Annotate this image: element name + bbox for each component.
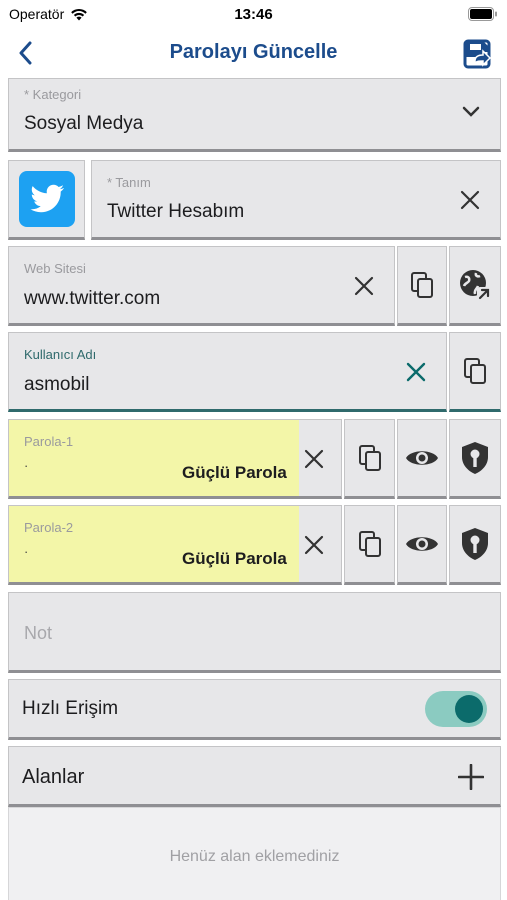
shield-key-icon (462, 528, 488, 560)
definition-field[interactable]: * Tanım Twitter Hesabım (91, 160, 501, 240)
status-time: 13:46 (234, 6, 273, 23)
fields-empty-state: Henüz alan eklemediniz (8, 807, 501, 900)
password2-strength: Güçlü Parola (182, 549, 287, 568)
chevron-down-icon (462, 106, 480, 117)
status-bar: Operatör 13:46 (0, 0, 507, 28)
note-placeholder: Not (24, 623, 53, 643)
copy-icon (411, 272, 433, 298)
definition-label: * Tanım (107, 175, 151, 190)
close-icon (304, 449, 324, 469)
quick-access-row: Hızlı Erişim (8, 679, 501, 740)
username-label: Kullanıcı Adı (24, 347, 97, 362)
username-value: asmobil (24, 374, 90, 395)
close-icon (406, 362, 426, 382)
navigation-bar: Parolayı Güncelle (0, 28, 507, 80)
website-value: www.twitter.com (24, 288, 161, 309)
eye-icon (406, 451, 438, 465)
add-field-button[interactable] (456, 762, 486, 792)
close-icon (304, 535, 324, 555)
password1-strength-bar (9, 420, 299, 496)
clear-website-button[interactable] (349, 271, 379, 301)
copy-icon (358, 445, 381, 471)
save-button[interactable] (461, 37, 495, 71)
save-share-icon (463, 39, 492, 69)
close-icon (354, 276, 374, 296)
website-field[interactable]: Web Sitesi www.twitter.com (8, 246, 395, 326)
icon-picker-button[interactable] (8, 160, 85, 240)
copy-password2-button[interactable] (344, 505, 395, 585)
clear-definition-button[interactable] (455, 185, 485, 215)
password1-value: · (24, 458, 29, 473)
show-password2-button[interactable] (397, 505, 447, 585)
password2-field[interactable]: Parola-2 · Güçlü Parola (8, 505, 342, 585)
note-field[interactable]: Not (8, 592, 501, 673)
open-website-button[interactable] (449, 246, 501, 326)
category-value: Sosyal Medya (24, 113, 144, 134)
fields-title: Alanlar (22, 766, 85, 788)
generate-password1-button[interactable] (449, 419, 501, 499)
plus-icon (458, 764, 484, 790)
toggle-knob (455, 695, 483, 723)
definition-value: Twitter Hesabım (107, 201, 245, 222)
password2-value: · (24, 544, 29, 559)
category-select[interactable]: * Kategori Sosyal Medya (8, 78, 501, 152)
password-form: * Kategori Sosyal Medya * Tanım Twitter … (0, 78, 507, 900)
quick-access-label: Hızlı Erişim (22, 698, 119, 719)
clear-username-button[interactable] (401, 357, 431, 387)
battery-icon (468, 7, 497, 21)
twitter-bird-icon (18, 171, 75, 227)
clear-password2-button[interactable] (299, 530, 329, 560)
close-icon (460, 190, 480, 210)
copy-icon (358, 531, 381, 557)
website-label: Web Sitesi (24, 261, 86, 276)
copy-website-button[interactable] (397, 246, 447, 326)
copy-icon (464, 358, 486, 384)
eye-icon (406, 537, 438, 551)
password1-strength: Güçlü Parola (182, 463, 287, 482)
fields-header: Alanlar (8, 746, 501, 807)
globe-open-icon (460, 270, 492, 302)
category-label: * Kategori (24, 87, 82, 102)
shield-key-icon (462, 442, 488, 474)
username-field[interactable]: Kullanıcı Adı asmobil (8, 332, 447, 412)
copy-password1-button[interactable] (344, 419, 395, 499)
page-title: Parolayı Güncelle (169, 41, 338, 63)
password2-label: Parola-2 (24, 520, 74, 535)
password2-strength-bar (9, 506, 299, 582)
password1-field[interactable]: Parola-1 · Güçlü Parola (8, 419, 342, 499)
fields-empty-text: Henüz alan eklemediniz (169, 848, 340, 865)
clear-password1-button[interactable] (299, 444, 329, 474)
copy-username-button[interactable] (449, 332, 501, 412)
show-password1-button[interactable] (397, 419, 447, 499)
generate-password2-button[interactable] (449, 505, 501, 585)
password1-label: Parola-1 (24, 434, 74, 449)
quick-access-toggle[interactable] (425, 691, 487, 727)
